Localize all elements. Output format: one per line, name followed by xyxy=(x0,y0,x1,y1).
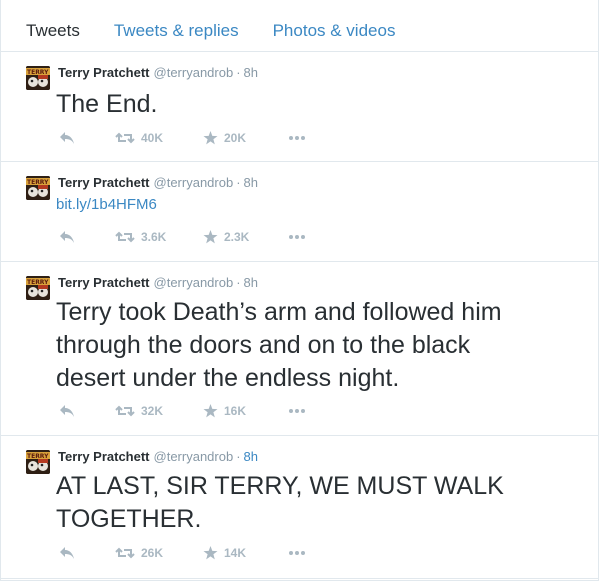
reply-icon xyxy=(60,405,74,417)
tweet-author-name[interactable]: Terry Pratchett xyxy=(58,175,150,190)
timeline: Tweets Tweets & replies Photos & videos … xyxy=(0,0,599,581)
separator-dot: · xyxy=(236,175,241,190)
tweet-text: Terry took Death’s arm and followed him … xyxy=(56,298,502,392)
more-button[interactable] xyxy=(288,135,306,141)
avatar-image: TERRY xyxy=(26,450,50,474)
retweet-count: 32K xyxy=(141,404,164,418)
retweet-button[interactable]: 32K xyxy=(115,404,203,418)
tweet[interactable]: TERRY Terry Pratchett @terryandrob · 8h Ter… xyxy=(1,262,598,436)
more-icon xyxy=(289,235,305,239)
more-button[interactable] xyxy=(288,550,306,556)
profile-tabs: Tweets Tweets & replies Photos & videos xyxy=(1,0,598,52)
tweet-author-name[interactable]: Terry Pratchett xyxy=(58,449,150,464)
tweet-actions: 26K 14K xyxy=(59,546,306,560)
favorite-count: 20K xyxy=(224,131,247,145)
separator-dot: · xyxy=(236,65,241,80)
separator-dot: · xyxy=(236,275,241,290)
tweet-text: The End. xyxy=(56,90,158,118)
favorite-button[interactable]: 16K xyxy=(203,404,288,418)
reply-button[interactable] xyxy=(59,230,115,244)
favorite-button[interactable]: 20K xyxy=(203,131,288,145)
tweet-link[interactable]: bit.ly/1b4HFM6 xyxy=(56,195,157,215)
tweet-actions: 40K 20K xyxy=(59,131,306,145)
tweet-username[interactable]: @terryandrob xyxy=(154,65,234,80)
retweet-button[interactable]: 26K xyxy=(115,546,203,560)
reply-button[interactable] xyxy=(59,546,115,560)
reply-icon xyxy=(60,231,74,243)
tweet-author-name[interactable]: Terry Pratchett xyxy=(58,65,150,80)
tweet-username[interactable]: @terryandrob xyxy=(154,175,234,190)
tab-tweets-and-replies[interactable]: Tweets & replies xyxy=(114,11,239,41)
retweet-count: 3.6K xyxy=(141,230,167,244)
tab-tweets[interactable]: Tweets xyxy=(26,11,80,41)
favorite-count: 2.3K xyxy=(224,230,250,244)
avatar-image: TERRY xyxy=(26,66,50,90)
tweet-timestamp[interactable]: 8h xyxy=(244,175,258,190)
more-icon xyxy=(289,409,305,413)
tweet[interactable]: TERRY Terry Pratchett @terryandrob · 8h bit… xyxy=(1,162,598,262)
tweet-timestamp[interactable]: 8h xyxy=(244,65,258,80)
retweet-icon xyxy=(115,405,135,417)
reply-button[interactable] xyxy=(59,131,115,145)
tweet-header: Terry Pratchett @terryandrob · 8h xyxy=(58,174,258,192)
retweet-count: 26K xyxy=(141,546,164,560)
avatar[interactable]: TERRY xyxy=(26,66,50,90)
tweet-actions: 3.6K 2.3K xyxy=(59,230,306,244)
more-icon xyxy=(289,136,305,140)
star-icon xyxy=(203,546,218,560)
tweet-author-name[interactable]: Terry Pratchett xyxy=(58,275,150,290)
tweet-text: AT LAST, SIR TERRY, WE MUST WALK TOGETHE… xyxy=(56,472,504,533)
svg-text:TERRY: TERRY xyxy=(27,453,49,460)
svg-text:TERRY: TERRY xyxy=(27,279,49,286)
tweet-header: Terry Pratchett @terryandrob · 8h xyxy=(58,274,258,292)
tweet-timestamp[interactable]: 8h xyxy=(244,449,258,464)
reply-button[interactable] xyxy=(59,404,115,418)
retweet-icon xyxy=(115,231,135,243)
separator-dot: · xyxy=(236,449,241,464)
more-button[interactable] xyxy=(288,408,306,414)
tweet[interactable]: TERRY Terry Pratchett @terryandrob · 8h The… xyxy=(1,52,598,162)
tweet-header: Terry Pratchett @terryandrob · 8h xyxy=(58,64,258,82)
tweet-timestamp[interactable]: 8h xyxy=(244,275,258,290)
favorite-count: 14K xyxy=(224,546,247,560)
retweet-button[interactable]: 3.6K xyxy=(115,230,203,244)
svg-text:TERRY: TERRY xyxy=(27,179,49,186)
retweet-button[interactable]: 40K xyxy=(115,131,203,145)
favorite-count: 16K xyxy=(224,404,247,418)
avatar-image: TERRY xyxy=(26,276,50,300)
tweet-actions: 32K 16K xyxy=(59,404,306,418)
more-icon xyxy=(289,551,305,555)
favorite-button[interactable]: 2.3K xyxy=(203,230,288,244)
star-icon xyxy=(203,131,218,145)
star-icon xyxy=(203,230,218,244)
retweet-icon xyxy=(115,547,135,559)
reply-icon xyxy=(60,547,74,559)
avatar[interactable]: TERRY xyxy=(26,450,50,474)
reply-icon xyxy=(60,132,74,144)
more-button[interactable] xyxy=(288,234,306,240)
tweet-header: Terry Pratchett @terryandrob · 8h xyxy=(58,448,258,466)
tweet[interactable]: TERRY Terry Pratchett @terryandrob · 8h AT … xyxy=(1,436,598,579)
avatar[interactable]: TERRY xyxy=(26,276,50,300)
avatar-image: TERRY xyxy=(26,176,50,200)
favorite-button[interactable]: 14K xyxy=(203,546,288,560)
tab-photos-and-videos[interactable]: Photos & videos xyxy=(273,11,396,41)
svg-text:TERRY: TERRY xyxy=(27,69,49,76)
avatar[interactable]: TERRY xyxy=(26,176,50,200)
tweet-username[interactable]: @terryandrob xyxy=(154,449,234,464)
retweet-icon xyxy=(115,132,135,144)
tweet-username[interactable]: @terryandrob xyxy=(154,275,234,290)
retweet-count: 40K xyxy=(141,131,164,145)
star-icon xyxy=(203,404,218,418)
